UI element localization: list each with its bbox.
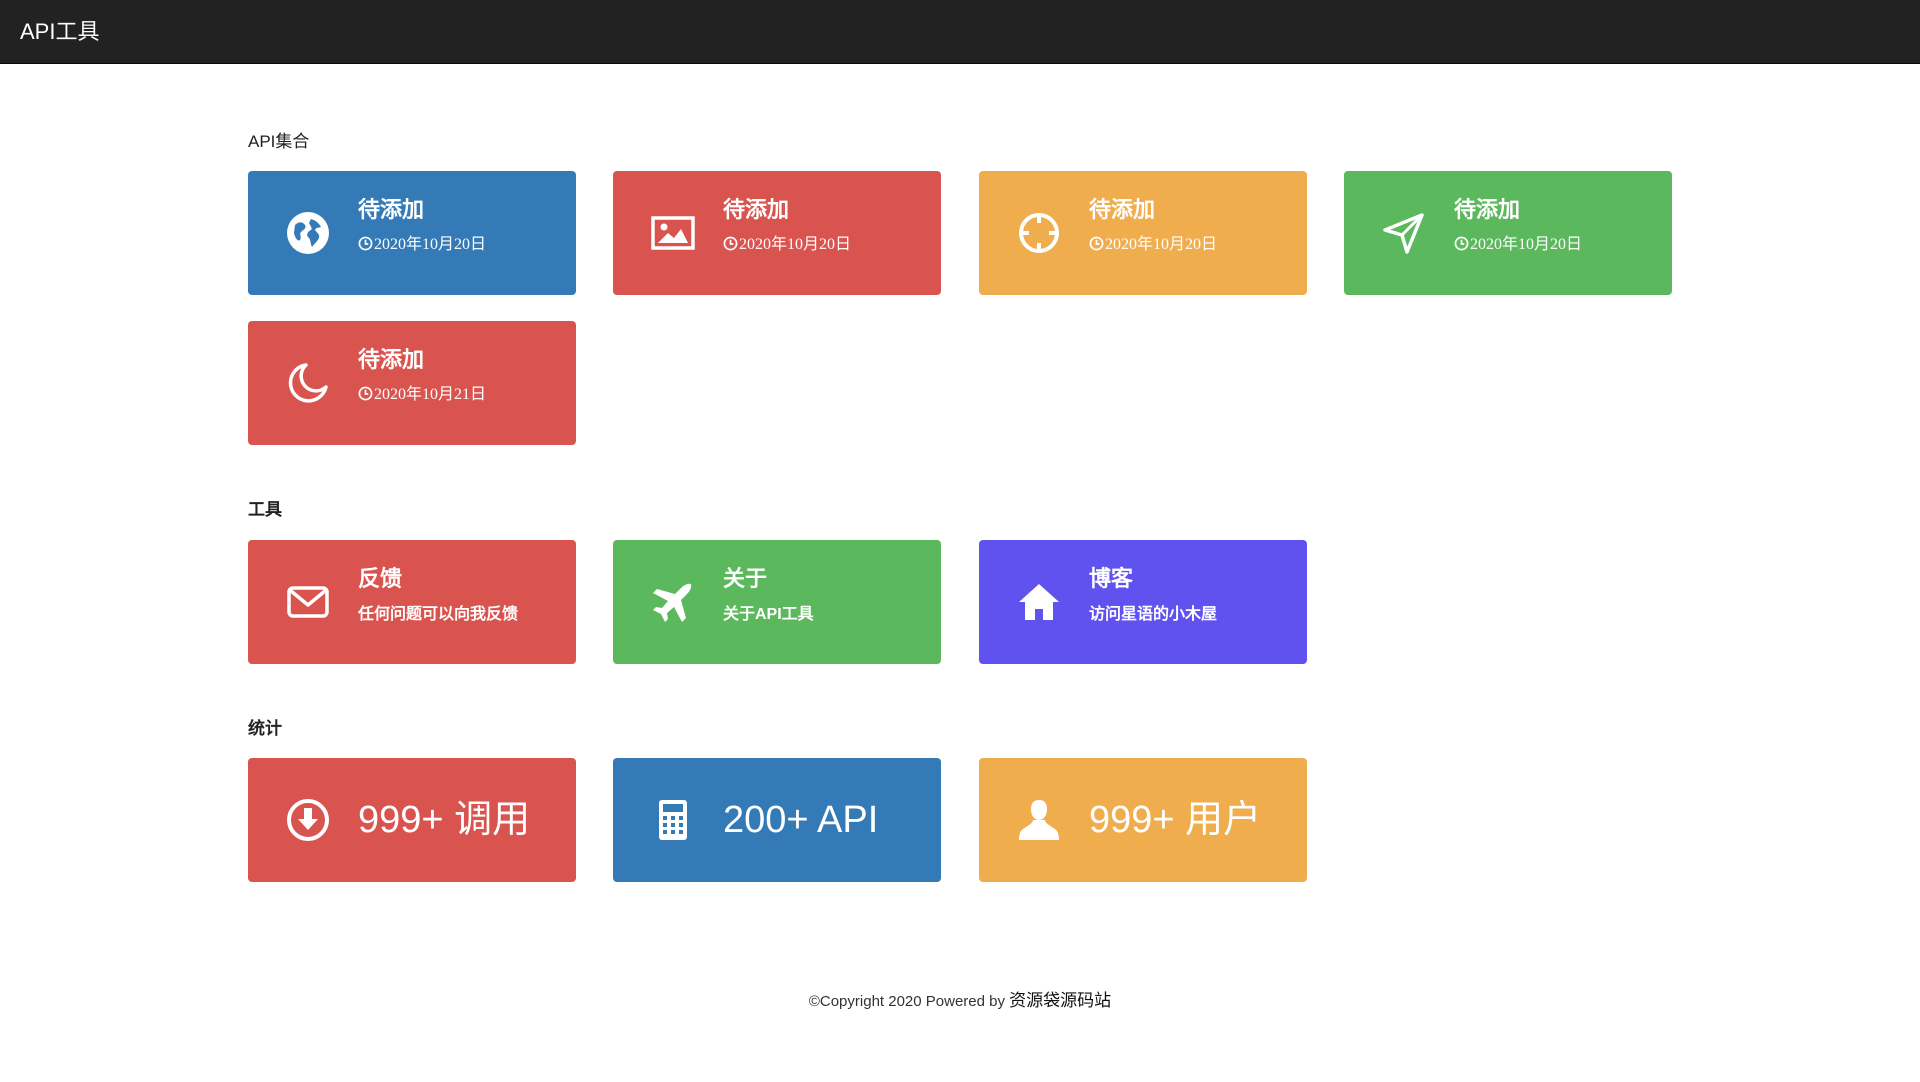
tool-card-about[interactable]: 关于 关于API工具 [613, 540, 941, 664]
tool-card-feedback[interactable]: 反馈 任何问题可以向我反馈 [248, 540, 576, 664]
card-date: 2020年10月20日 [1089, 234, 1217, 256]
download-circle-icon [286, 798, 330, 842]
section-title-stats: 统计 [248, 719, 282, 738]
card-title: 反馈 [358, 566, 403, 591]
stat-value: 200+ API [723, 799, 879, 841]
crosshair-icon [1017, 211, 1061, 255]
card-title: 待添加 [358, 347, 425, 372]
globe-icon [286, 211, 330, 255]
api-card-5[interactable]: 待添加 2020年10月21日 [248, 321, 576, 445]
card-date-text: 2020年10月20日 [739, 236, 852, 253]
section-title-api: API集合 [248, 132, 310, 151]
site-name: 资源袋源码站 [1009, 991, 1112, 1010]
card-title: 博客 [1089, 566, 1134, 591]
card-desc: 关于API工具 [723, 606, 814, 623]
api-card-1[interactable]: 待添加 2020年10月20日 [248, 171, 576, 295]
copyright-text: ©Copyright 2020 Powered by [808, 993, 1010, 1010]
tool-card-blog[interactable]: 博客 访问星语的小木屋 [979, 540, 1307, 664]
home-icon [1017, 580, 1061, 624]
clock-icon [358, 386, 373, 401]
footer: ©Copyright 2020 Powered by 资源袋源码站 [0, 990, 1920, 1013]
card-title: 待添加 [1454, 197, 1521, 222]
section-title-tools: 工具 [248, 500, 282, 519]
card-date-text: 2020年10月20日 [374, 236, 487, 253]
top-navbar: API工具 [0, 0, 1920, 64]
api-card-4[interactable]: 待添加 2020年10月20日 [1344, 171, 1672, 295]
stat-value: 999+ 用户 [1089, 799, 1262, 841]
clock-icon [358, 236, 373, 251]
card-date: 2020年10月20日 [358, 234, 486, 256]
brand-link[interactable]: API工具 [20, 18, 99, 46]
card-date: 2020年10月20日 [723, 234, 851, 256]
moon-icon [286, 361, 330, 405]
api-card-2[interactable]: 待添加 2020年10月20日 [613, 171, 941, 295]
card-date-text: 2020年10月20日 [1105, 236, 1218, 253]
user-icon [1017, 798, 1061, 842]
card-title: 待添加 [358, 197, 425, 222]
card-title: 待添加 [723, 197, 790, 222]
clock-icon [723, 236, 738, 251]
card-desc: 任何问题可以向我反馈 [358, 606, 519, 623]
clock-icon [1454, 236, 1469, 251]
picture-icon [651, 211, 695, 255]
calculator-icon [651, 798, 695, 842]
card-title: 关于 [723, 566, 768, 591]
clock-icon [1089, 236, 1104, 251]
api-card-3[interactable]: 待添加 2020年10月20日 [979, 171, 1307, 295]
card-date-text: 2020年10月20日 [1470, 236, 1583, 253]
card-date: 2020年10月21日 [358, 384, 486, 406]
card-date-text: 2020年10月21日 [374, 386, 487, 403]
card-title: 待添加 [1089, 197, 1156, 222]
card-desc: 访问星语的小木屋 [1089, 606, 1218, 623]
card-date: 2020年10月20日 [1454, 234, 1582, 256]
plane-icon [651, 580, 695, 624]
stat-card-api[interactable]: 200+ API [613, 758, 941, 882]
envelope-icon [286, 580, 330, 624]
stat-card-users[interactable]: 999+ 用户 [979, 758, 1307, 882]
stat-card-calls[interactable]: 999+ 调用 [248, 758, 576, 882]
stat-value: 999+ 调用 [358, 799, 531, 841]
send-icon [1382, 211, 1426, 255]
